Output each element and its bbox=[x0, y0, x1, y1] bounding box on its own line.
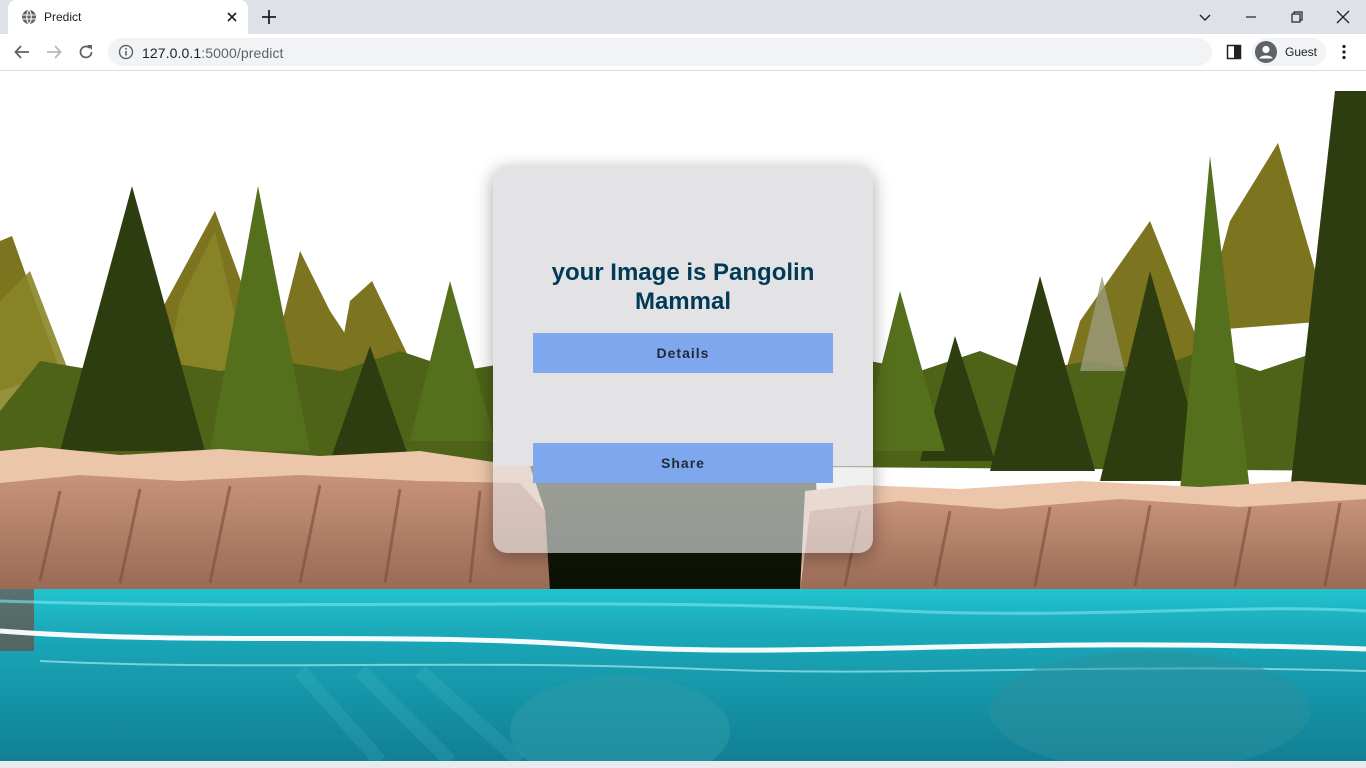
side-panel-icon bbox=[1226, 44, 1242, 60]
prediction-result: your Image is Pangolin Mammal bbox=[551, 259, 815, 315]
tab-search-button[interactable] bbox=[1182, 0, 1228, 34]
browser-tab[interactable]: Predict bbox=[8, 0, 248, 34]
close-tab-icon[interactable] bbox=[224, 9, 240, 25]
side-panel-button[interactable] bbox=[1224, 42, 1244, 62]
new-tab-icon[interactable] bbox=[260, 8, 278, 26]
close-window-button[interactable] bbox=[1320, 0, 1366, 34]
url-text: 127.0.0.1:5000/predict bbox=[142, 45, 284, 61]
forward-button[interactable] bbox=[44, 42, 64, 62]
profile-button[interactable]: Guest bbox=[1252, 38, 1326, 66]
details-button[interactable]: Details bbox=[533, 333, 833, 373]
avatar-icon bbox=[1255, 41, 1277, 63]
reload-button[interactable] bbox=[76, 42, 96, 62]
card-panel bbox=[493, 166, 873, 466]
back-button[interactable] bbox=[12, 42, 32, 62]
minimize-button[interactable] bbox=[1228, 0, 1274, 34]
info-icon[interactable] bbox=[118, 44, 134, 60]
globe-icon bbox=[22, 9, 36, 25]
menu-button[interactable] bbox=[1334, 42, 1354, 62]
tab-strip: Predict bbox=[0, 0, 1366, 34]
minimize-icon bbox=[1246, 16, 1256, 18]
more-vertical-icon bbox=[1342, 44, 1346, 60]
url-path: :5000/predict bbox=[201, 45, 284, 61]
tab-title: Predict bbox=[44, 10, 82, 24]
address-bar[interactable]: 127.0.0.1:5000/predict bbox=[108, 38, 1212, 66]
profile-name: Guest bbox=[1285, 45, 1318, 59]
arrow-left-icon bbox=[14, 45, 29, 59]
arrow-right-icon bbox=[47, 45, 62, 59]
close-icon bbox=[1336, 10, 1350, 24]
result-card: your Image is Pangolin Mammal Details Sh… bbox=[493, 166, 873, 553]
page-viewport: your Image is Pangolin Mammal Details Sh… bbox=[0, 71, 1366, 761]
url-host: 127.0.0.1 bbox=[142, 45, 202, 61]
share-button[interactable]: Share bbox=[533, 443, 833, 483]
reload-icon bbox=[79, 45, 93, 59]
browser-toolbar: 127.0.0.1:5000/predict Guest bbox=[0, 34, 1366, 71]
restore-button[interactable] bbox=[1274, 0, 1320, 34]
bottom-edge bbox=[0, 761, 1366, 768]
restore-icon bbox=[1291, 11, 1303, 23]
chevron-down-icon bbox=[1199, 14, 1211, 21]
